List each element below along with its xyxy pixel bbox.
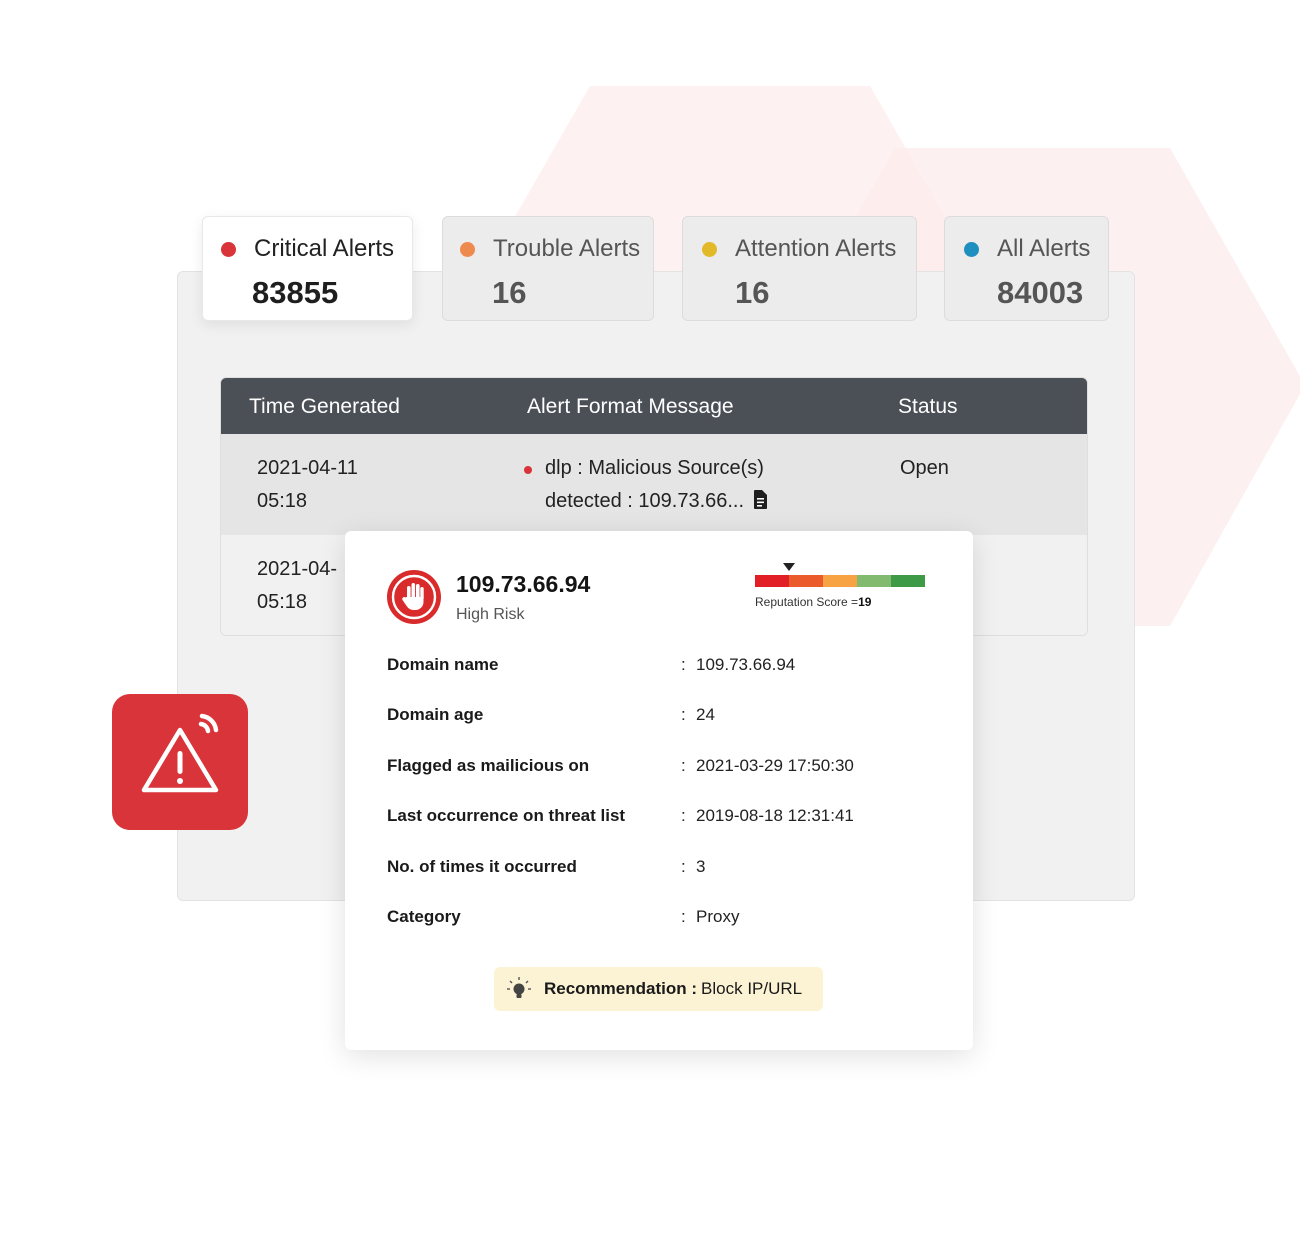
- tab-label: Critical Alerts: [254, 235, 395, 262]
- reputation-scale: [755, 575, 925, 587]
- table-row[interactable]: 2021-04-11 05:18 dlp : Malicious Source(…: [221, 434, 1087, 535]
- tab-label: Attention Alerts: [735, 235, 897, 262]
- row-message-line1: dlp : Malicious Source(s): [545, 457, 764, 479]
- column-header-status[interactable]: Status: [898, 395, 958, 419]
- row-time: 05:18: [257, 490, 308, 512]
- recommendation-value: Block IP/URL: [701, 979, 803, 998]
- recommendation-banner[interactable]: Recommendation : Block IP/URL: [494, 967, 823, 1011]
- tab-critical-alerts[interactable]: Critical Alerts 83855: [202, 216, 413, 321]
- tab-attention-alerts[interactable]: Attention Alerts 16: [682, 216, 917, 321]
- row-status: Open: [900, 457, 949, 479]
- hand-stop-icon: [387, 570, 441, 624]
- severity-dot: [524, 466, 532, 474]
- column-header-message[interactable]: Alert Format Message: [527, 395, 734, 419]
- tab-count: 84003: [997, 275, 1084, 310]
- row-time: 05:18: [257, 591, 308, 613]
- row-date: 2021-04-: [257, 558, 338, 580]
- pointer-arrow-icon: [783, 563, 795, 571]
- reputation-score-text: Reputation Score =19: [755, 595, 872, 609]
- tab-trouble-alerts[interactable]: Trouble Alerts 16: [442, 216, 654, 321]
- critical-status-dot: [221, 241, 236, 257]
- all-status-dot: [964, 241, 979, 257]
- row-date: 2021-04-11: [257, 457, 358, 479]
- tab-label: All Alerts: [997, 235, 1091, 262]
- trouble-status-dot: [460, 241, 475, 257]
- tab-count: 16: [735, 275, 770, 310]
- alert-badge: [112, 694, 248, 830]
- tab-label: Trouble Alerts: [493, 235, 641, 262]
- ip-detail-card: 109.73.66.94 High Risk Reputation Score …: [345, 531, 973, 1050]
- tab-count: 83855: [252, 275, 339, 310]
- risk-level: High Risk: [456, 606, 525, 623]
- alert-triangle-signal-icon: [141, 713, 219, 793]
- table-header: Time Generated Alert Format Message Stat…: [221, 378, 1087, 434]
- recommendation-label: Recommendation :: [544, 979, 698, 998]
- tab-all-alerts[interactable]: All Alerts 84003: [944, 216, 1109, 321]
- row-message-line2: detected : 109.73.66...: [545, 490, 745, 512]
- reputation-score-meter: Reputation Score =19: [755, 563, 925, 609]
- lightbulb-icon: [507, 977, 531, 998]
- column-header-time[interactable]: Time Generated: [249, 395, 400, 419]
- document-icon[interactable]: [752, 488, 768, 521]
- ip-address-title: 109.73.66.94: [456, 571, 591, 597]
- attention-status-dot: [702, 241, 717, 257]
- tab-count: 16: [492, 275, 527, 310]
